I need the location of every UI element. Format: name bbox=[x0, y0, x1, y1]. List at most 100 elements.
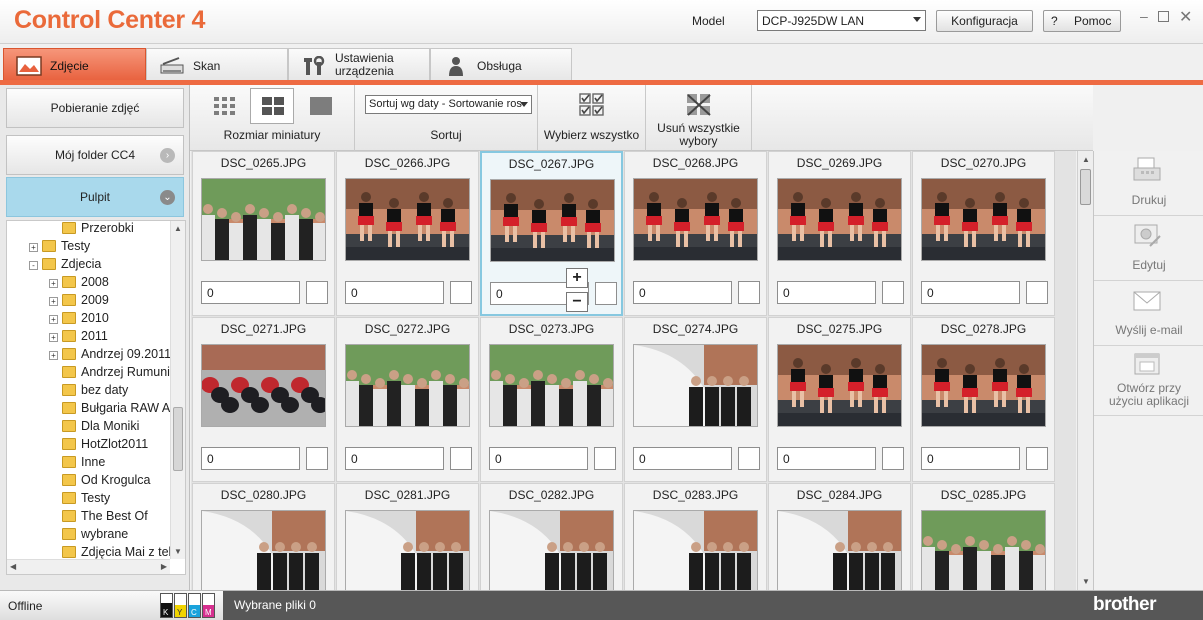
tree-item[interactable]: - Zdjecia bbox=[29, 255, 101, 273]
select-checkbox[interactable] bbox=[306, 447, 328, 470]
scroll-right-icon[interactable]: ▶ bbox=[161, 562, 167, 571]
scroll-left-icon[interactable]: ◀ bbox=[10, 562, 16, 571]
select-checkbox[interactable] bbox=[738, 281, 760, 304]
tree-item[interactable]: HotZlot2011 bbox=[49, 435, 148, 453]
tree-item[interactable]: +2011 bbox=[49, 327, 108, 345]
photo-thumbnail[interactable]: DSC_0282.JPG bbox=[480, 483, 623, 590]
tree-item[interactable]: Andrzej Rumuni bbox=[49, 363, 170, 381]
photo-thumbnail[interactable]: DSC_0274.JPG 0 bbox=[624, 317, 767, 482]
tree-scroll-thumb[interactable] bbox=[173, 407, 183, 471]
photo-thumbnail[interactable]: DSC_0266.JPG 0 bbox=[336, 151, 479, 316]
decrease-quantity-button[interactable]: − bbox=[566, 292, 588, 312]
model-select[interactable]: DCP-J925DW LAN bbox=[757, 10, 926, 31]
collapse-icon[interactable]: - bbox=[29, 261, 38, 270]
photo-preview[interactable] bbox=[921, 510, 1046, 590]
photo-preview[interactable] bbox=[489, 510, 614, 590]
select-checkbox[interactable] bbox=[594, 447, 616, 470]
tree-item[interactable]: Przerobki bbox=[49, 221, 134, 237]
photo-preview[interactable] bbox=[921, 178, 1046, 261]
expand-icon[interactable]: + bbox=[29, 243, 38, 252]
send-email-button[interactable]: Wyślij e-mail bbox=[1094, 281, 1203, 346]
photo-thumbnail[interactable]: DSC_0265.JPG 0 bbox=[192, 151, 335, 316]
print-quantity-input[interactable]: 0 bbox=[489, 447, 588, 470]
tab-device-settings[interactable]: Ustawienia urządzenia bbox=[288, 48, 430, 81]
photo-preview[interactable] bbox=[921, 344, 1046, 427]
photo-preview[interactable] bbox=[489, 344, 614, 427]
tab-support[interactable]: Obsługa bbox=[430, 48, 572, 81]
download-photos-button[interactable]: Pobieranie zdjęć bbox=[6, 88, 184, 128]
maximize-icon[interactable] bbox=[1158, 11, 1169, 22]
select-checkbox[interactable] bbox=[882, 281, 904, 304]
photo-preview[interactable] bbox=[201, 510, 326, 590]
select-checkbox[interactable] bbox=[1026, 281, 1048, 304]
print-quantity-input[interactable]: 0 bbox=[633, 447, 732, 470]
select-checkbox[interactable] bbox=[882, 447, 904, 470]
expand-icon[interactable]: + bbox=[49, 315, 58, 324]
grid-scroll-thumb[interactable] bbox=[1080, 169, 1091, 205]
help-button[interactable]: ? Pomoc bbox=[1043, 10, 1121, 32]
grid-vertical-scrollbar[interactable]: ▲ ▼ bbox=[1077, 151, 1093, 590]
photo-thumbnail[interactable]: DSC_0281.JPG bbox=[336, 483, 479, 590]
print-quantity-input[interactable]: 0 bbox=[921, 447, 1020, 470]
photo-preview[interactable] bbox=[777, 178, 902, 261]
print-quantity-input[interactable]: 0 bbox=[633, 281, 732, 304]
photo-thumbnail[interactable]: DSC_0275.JPG 0 bbox=[768, 317, 911, 482]
select-all-button[interactable]: Wybierz wszystko bbox=[538, 85, 646, 151]
tree-item[interactable]: Dla Moniki bbox=[49, 417, 139, 435]
expand-icon[interactable]: + bbox=[49, 297, 58, 306]
photo-preview[interactable] bbox=[201, 344, 326, 427]
my-cc4-folder-button[interactable]: Mój folder CC4 › bbox=[6, 135, 184, 175]
photo-preview[interactable] bbox=[201, 178, 326, 261]
tree-item[interactable]: Testy bbox=[49, 489, 110, 507]
photo-thumbnail[interactable]: DSC_0284.JPG bbox=[768, 483, 911, 590]
open-with-app-button[interactable]: Otwórz przy użyciu aplikacji bbox=[1094, 346, 1203, 416]
tree-vertical-scrollbar[interactable]: ▲ ▼ bbox=[170, 221, 185, 559]
tree-item[interactable]: The Best Of bbox=[49, 507, 148, 525]
large-thumbnail-button[interactable] bbox=[304, 91, 338, 121]
photo-thumbnail[interactable]: DSC_0278.JPG 0 bbox=[912, 317, 1055, 482]
tree-item[interactable]: +2008 bbox=[49, 273, 109, 291]
photo-thumbnail[interactable]: DSC_0273.JPG 0 bbox=[480, 317, 623, 482]
tree-item[interactable]: + Andrzej 09.2011 bbox=[49, 345, 171, 363]
photo-thumbnail[interactable]: DSC_0269.JPG 0 bbox=[768, 151, 911, 316]
photo-preview[interactable] bbox=[633, 344, 758, 427]
print-quantity-input[interactable]: 0 bbox=[345, 447, 444, 470]
photo-preview[interactable] bbox=[777, 344, 902, 427]
expand-icon[interactable]: + bbox=[49, 279, 58, 288]
sort-select[interactable]: Sortuj wg daty - Sortowanie ros bbox=[365, 95, 532, 114]
photo-thumbnail[interactable]: DSC_0268.JPG 0 bbox=[624, 151, 767, 316]
desktop-button[interactable]: Pulpit ⌄ bbox=[6, 177, 184, 217]
expand-icon[interactable]: + bbox=[49, 333, 58, 342]
tab-photo[interactable]: Zdjęcie bbox=[3, 48, 146, 81]
tree-item[interactable]: Inne bbox=[49, 453, 105, 471]
tab-scan[interactable]: Skan bbox=[146, 48, 288, 81]
minimize-icon[interactable]: ‒ bbox=[1140, 8, 1148, 24]
tree-item[interactable]: wybrane bbox=[49, 525, 128, 543]
tree-item[interactable]: +2009 bbox=[49, 291, 109, 309]
print-button[interactable]: Drukuj bbox=[1094, 151, 1203, 216]
photo-thumbnail[interactable]: DSC_0270.JPG 0 bbox=[912, 151, 1055, 316]
edit-button[interactable]: Edytuj bbox=[1094, 216, 1203, 281]
scroll-down-icon[interactable]: ▼ bbox=[1082, 577, 1090, 586]
photo-preview[interactable] bbox=[633, 178, 758, 261]
tree-item[interactable]: bez daty bbox=[49, 381, 128, 399]
photo-preview[interactable] bbox=[345, 178, 470, 261]
select-checkbox[interactable] bbox=[450, 281, 472, 304]
tree-horizontal-scrollbar[interactable]: ◀ ▶ bbox=[7, 559, 170, 574]
photo-thumbnail[interactable]: DSC_0271.JPG 0 bbox=[192, 317, 335, 482]
config-button[interactable]: Konfiguracja bbox=[936, 10, 1033, 32]
print-quantity-input[interactable]: 0 bbox=[777, 281, 876, 304]
photo-preview[interactable] bbox=[777, 510, 902, 590]
scroll-down-icon[interactable]: ▼ bbox=[174, 547, 182, 556]
photo-thumbnail[interactable]: DSC_0267.JPG 0 + − bbox=[480, 151, 623, 316]
select-checkbox[interactable] bbox=[738, 447, 760, 470]
print-quantity-input[interactable]: 0 bbox=[777, 447, 876, 470]
photo-preview[interactable] bbox=[633, 510, 758, 590]
tree-item[interactable]: Bułgaria RAW AI bbox=[49, 399, 174, 417]
photo-thumbnail[interactable]: DSC_0283.JPG bbox=[624, 483, 767, 590]
tree-item[interactable]: Od Krogulca bbox=[49, 471, 150, 489]
scroll-up-icon[interactable]: ▲ bbox=[174, 224, 182, 233]
print-quantity-input[interactable]: 0 bbox=[345, 281, 444, 304]
photo-preview[interactable] bbox=[345, 344, 470, 427]
scroll-up-icon[interactable]: ▲ bbox=[1082, 155, 1090, 164]
